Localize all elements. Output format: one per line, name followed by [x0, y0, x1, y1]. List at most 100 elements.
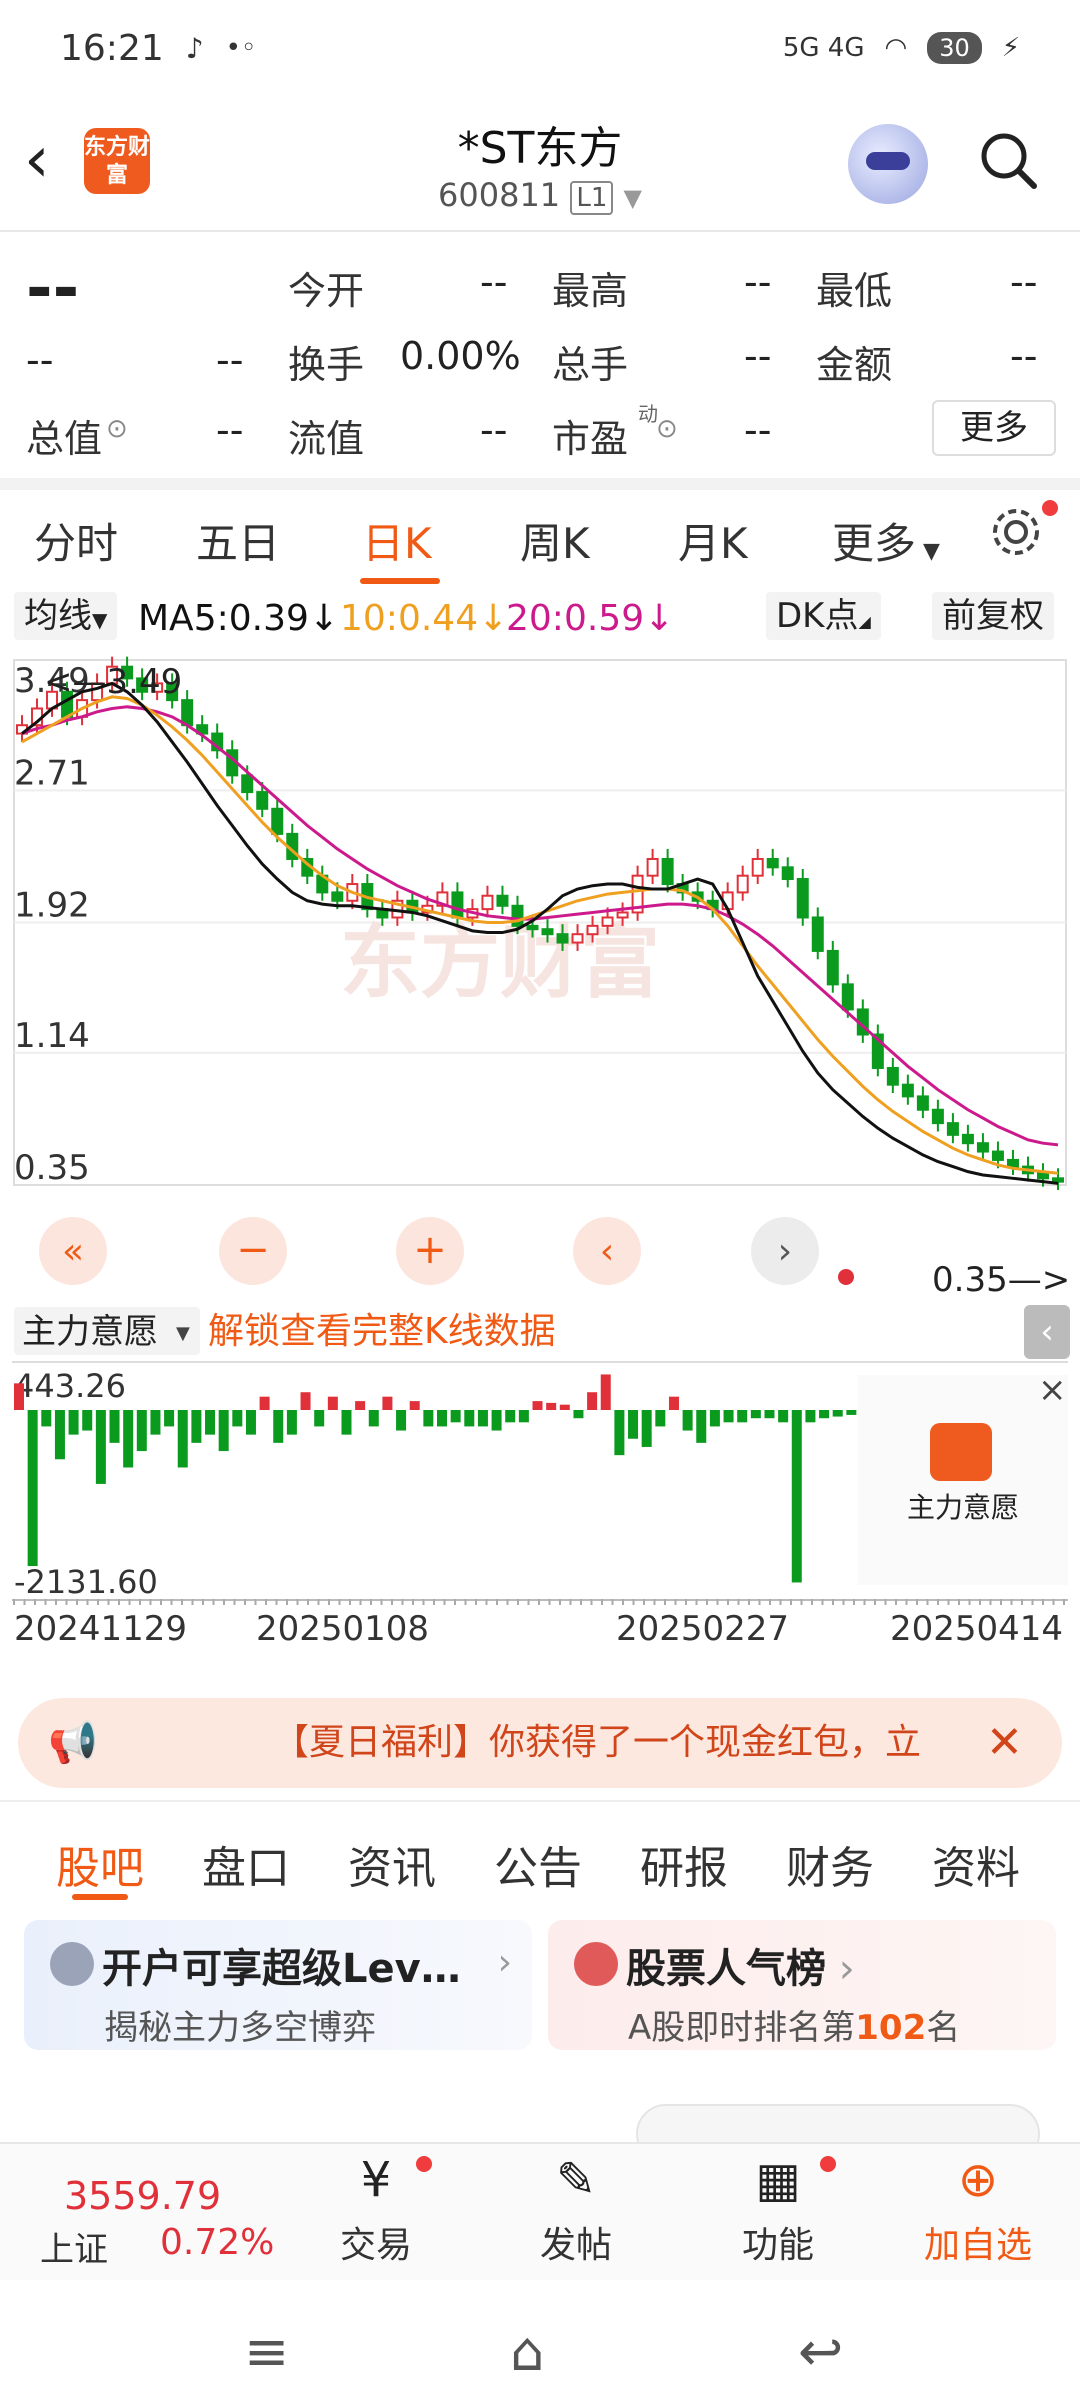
tab-five-day[interactable]: 五日 [196, 510, 280, 571]
gear-icon[interactable] [988, 504, 1044, 560]
indicator-bar [464, 1410, 475, 1427]
assistant-robot-icon[interactable] [848, 124, 928, 204]
candle [271, 807, 284, 835]
candle [556, 933, 569, 944]
indicator-bar [341, 1410, 352, 1435]
unlock-link[interactable]: 解锁查看完整K线数据 [208, 1311, 556, 1352]
add-watchlist-button[interactable]: ⊕ 加自选 [908, 2152, 1048, 2268]
indicator-bar [791, 1410, 802, 1583]
ma20-value: 20:0.59↓ [506, 598, 674, 639]
collapse-handle[interactable]: ‹ [1024, 1305, 1070, 1359]
indicator-bar [123, 1410, 134, 1468]
info-icon[interactable]: ⊙ [106, 414, 128, 444]
scroll-right-button[interactable]: › [751, 1217, 819, 1285]
indicator-bar [764, 1410, 775, 1419]
tab-finance[interactable]: 财务 [786, 1832, 874, 1896]
add-watchlist-label: 加自选 [923, 2225, 1032, 2266]
section-tabs: 股吧 盘口 资讯 公告 研报 财务 资料 [0, 1800, 1080, 1900]
volume-value: -- [744, 334, 772, 378]
tab-pankou[interactable]: 盘口 [202, 1832, 290, 1896]
tab-news[interactable]: 资讯 [348, 1832, 436, 1896]
date-label: 20250414 [890, 1609, 1063, 1649]
indicator-bar [54, 1410, 65, 1460]
tab-daily-k[interactable]: 日K [362, 510, 432, 571]
arrow-down-icon: ↓ [644, 598, 675, 639]
indicator-bar [232, 1410, 243, 1427]
indicator-bars [14, 1374, 857, 1583]
total-value-label: 总值 [26, 417, 103, 461]
chevron-down-icon: ▼ [916, 539, 940, 564]
tab-announcements[interactable]: 公告 [494, 1832, 582, 1896]
scroll-start-button[interactable]: « [39, 1217, 107, 1285]
y-tick-label: 0.35 [14, 1148, 90, 1188]
indicator-bar [846, 1410, 857, 1415]
dk-point-button[interactable]: DK点◢ [766, 592, 881, 640]
plus-circle-icon: ⊕ [957, 2152, 999, 2208]
float-value: -- [480, 408, 508, 452]
kline-chart[interactable]: 东方财富 3.492.711.921.140.35 <—3.49 0.35—> … [0, 645, 1080, 1690]
candle [991, 1150, 1004, 1161]
adjust-button[interactable]: 前复权 [932, 592, 1054, 640]
search-icon[interactable] [978, 130, 1038, 190]
date-label: 20250108 [256, 1609, 429, 1649]
candle [496, 894, 509, 907]
indicator-lock-panel[interactable]: 主力意愿 [858, 1375, 1068, 1585]
ma-selector[interactable]: 均线▼ [14, 592, 118, 640]
indicator-bar [641, 1410, 652, 1447]
indicator-bar [437, 1410, 447, 1427]
open-label: 今开 [288, 269, 365, 313]
indicator-bar [655, 1410, 666, 1427]
home-icon[interactable]: ⌂ [510, 2320, 544, 2383]
minus-icon: − [236, 1227, 270, 1273]
tab-more[interactable]: 更多 ▼ [832, 510, 940, 571]
chevron-left-icon: ‹ [1040, 1312, 1054, 1352]
chevron-left-icon: ‹ [600, 1231, 614, 1272]
scroll-left-button[interactable]: ‹ [573, 1217, 641, 1285]
tab-guba[interactable]: 股吧 [56, 1832, 144, 1896]
indicator-bar [273, 1410, 284, 1443]
close-icon[interactable]: × [1038, 1370, 1067, 1410]
tab-profile[interactable]: 资料 [932, 1832, 1020, 1896]
chevron-down-icon: ▼ [176, 1323, 190, 1344]
tab-weekly-k[interactable]: 周K [520, 510, 590, 571]
watermark: 东方财富 [340, 916, 660, 1009]
indicator-bar [300, 1392, 311, 1410]
ma10-text: 10:0.44 [340, 598, 479, 639]
candle [916, 1095, 929, 1111]
candle [241, 774, 254, 794]
y-tick-label: 1.14 [14, 1016, 90, 1056]
sort-toggle[interactable] [636, 2104, 1040, 2142]
chevron-right-icon: › [826, 1946, 855, 1992]
candle [256, 791, 269, 810]
ranking-icon [574, 1942, 618, 1986]
close-icon[interactable]: ✕ [986, 1698, 1023, 1788]
post-button[interactable]: ✎ 发帖 [506, 2152, 646, 2268]
more-button[interactable]: 更多 [932, 400, 1056, 456]
turnover-value: 0.00% [400, 334, 521, 378]
indicator-bar [518, 1410, 529, 1423]
high-marker-value: 3.49 [107, 662, 183, 702]
total-value: -- [216, 408, 244, 452]
zoom-in-button[interactable]: + [396, 1217, 464, 1285]
candle [511, 904, 524, 927]
turnover-label: 换手 [288, 343, 365, 387]
candle [736, 874, 749, 894]
candle [616, 911, 629, 919]
index-value[interactable]: 3559.79 [64, 2174, 221, 2218]
promo-banner[interactable]: 📢 【夏日福利】你获得了一个现金红包，立 ✕ [18, 1698, 1062, 1788]
indicator-bar [245, 1410, 256, 1435]
rank-prefix: A股即时排名第 [628, 2008, 856, 2048]
chevron-down-icon: ▼ [623, 184, 642, 212]
back-nav-icon[interactable]: ↩ [798, 2320, 843, 2383]
popularity-card[interactable]: 股票人气榜 › A股即时排名第102名 [548, 1920, 1056, 2050]
account-card[interactable]: 开户可享超级Lev… 揭秘主力多空博弈 › [24, 1920, 532, 2050]
info-icon[interactable]: ⊙ [656, 414, 678, 444]
tab-research[interactable]: 研报 [640, 1832, 728, 1896]
menu-icon[interactable]: ≡ [244, 2320, 289, 2383]
corner-icon: ◢ [858, 612, 871, 631]
indicator-selector[interactable]: 主力意愿 ▼ [14, 1307, 200, 1355]
tab-minute[interactable]: 分时 [34, 510, 118, 571]
notification-dot [416, 2156, 432, 2172]
tab-monthly-k[interactable]: 月K [678, 510, 748, 571]
zoom-out-button[interactable]: − [219, 1217, 287, 1285]
